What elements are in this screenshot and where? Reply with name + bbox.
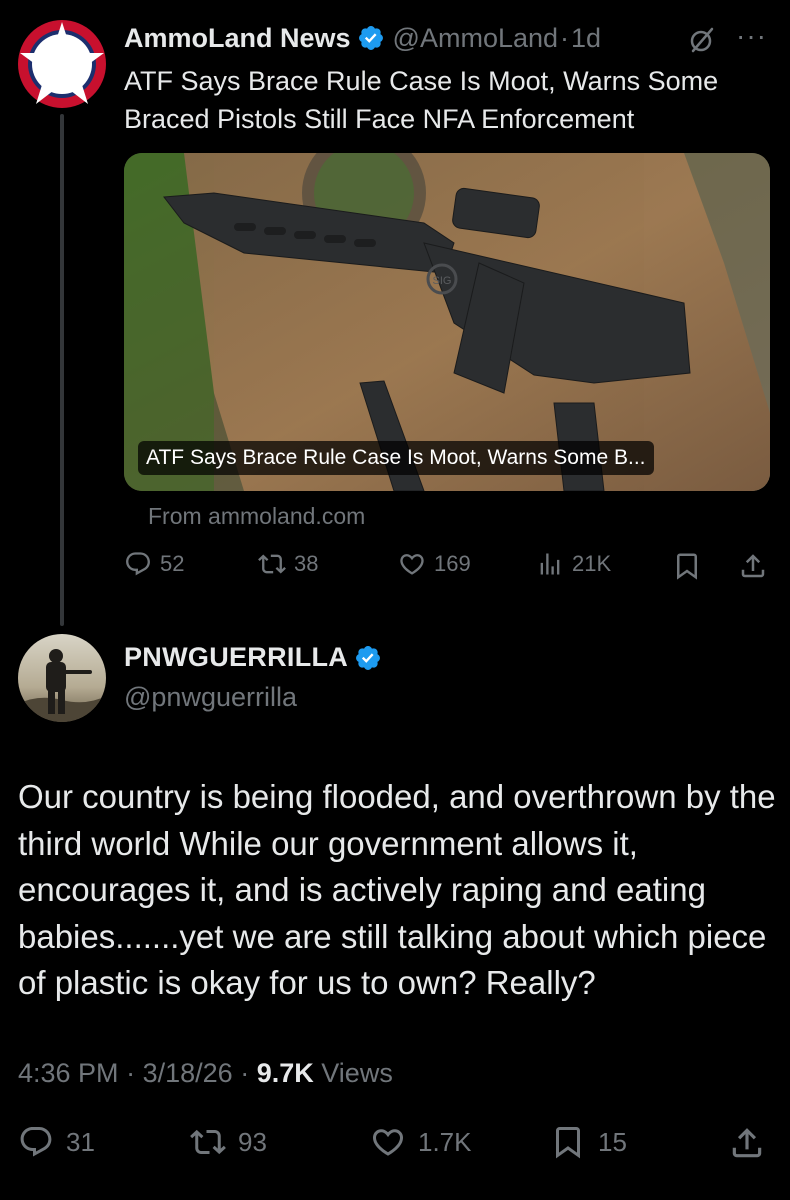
bookmark-button[interactable]: 15 bbox=[550, 1124, 627, 1160]
thread-connector-line bbox=[60, 114, 64, 626]
repost-button[interactable]: 38 bbox=[258, 550, 318, 578]
tweet-time[interactable]: 4:36 PM bbox=[18, 1058, 119, 1088]
avatar[interactable] bbox=[18, 20, 106, 108]
bookmark-icon[interactable] bbox=[672, 551, 702, 581]
bookmark-count: 15 bbox=[598, 1126, 627, 1157]
reply-button[interactable]: 31 bbox=[18, 1124, 95, 1160]
share-icon[interactable] bbox=[738, 551, 768, 581]
author-name[interactable]: AmmoLand News bbox=[124, 23, 351, 54]
tweet-text: Our country is being flooded, and overth… bbox=[18, 778, 776, 1001]
tweet-meta: 4:36 PM · 3/18/26 · 9.7K Views bbox=[18, 1058, 393, 1089]
author-handle[interactable]: @AmmoLand bbox=[393, 23, 558, 54]
repost-icon bbox=[258, 554, 286, 574]
heart-icon bbox=[400, 554, 424, 575]
separator-dot: · bbox=[240, 1058, 250, 1088]
star-roundel-icon bbox=[18, 20, 106, 108]
reply-count: 52 bbox=[160, 551, 185, 576]
share-icon[interactable] bbox=[728, 1124, 766, 1162]
repost-count: 93 bbox=[238, 1126, 267, 1157]
author-handle[interactable]: @pnwguerrilla bbox=[124, 682, 297, 713]
views-chart-icon bbox=[540, 553, 560, 575]
parent-tweet-header: AmmoLand News @AmmoLand · 1d bbox=[124, 18, 601, 58]
like-button[interactable]: 169 bbox=[398, 550, 471, 578]
like-count: 1.7K bbox=[418, 1126, 472, 1157]
grok-icon[interactable] bbox=[688, 26, 716, 54]
repost-icon bbox=[190, 1129, 226, 1155]
views-button[interactable]: 21K bbox=[536, 550, 611, 578]
main-tweet-header: PNWGUERRILLA bbox=[124, 642, 382, 673]
reply-button[interactable]: 52 bbox=[124, 550, 184, 578]
profile-photo bbox=[18, 634, 106, 722]
reply-icon bbox=[20, 1127, 52, 1157]
reply-count: 31 bbox=[66, 1126, 95, 1157]
link-card[interactable]: SIG ATF Says Brace Rule Case Is Moot, Wa… bbox=[124, 153, 770, 491]
tweet-timestamp[interactable]: 1d bbox=[571, 23, 601, 54]
avatar[interactable] bbox=[18, 634, 106, 722]
repost-button[interactable]: 93 bbox=[190, 1124, 267, 1160]
like-count: 169 bbox=[434, 551, 471, 576]
views-count: 21K bbox=[572, 551, 612, 576]
separator-dot: · bbox=[126, 1058, 136, 1088]
like-button[interactable]: 1.7K bbox=[370, 1124, 472, 1160]
heart-icon bbox=[372, 1129, 404, 1156]
tweet-text: ATF Says Brace Rule Case Is Moot, Warns … bbox=[124, 66, 719, 134]
more-options-icon[interactable]: ··· bbox=[736, 20, 767, 52]
separator-dot: · bbox=[560, 22, 570, 53]
reply-icon bbox=[126, 552, 150, 576]
verified-badge-icon bbox=[358, 26, 383, 50]
repost-count: 38 bbox=[294, 551, 319, 576]
card-source[interactable]: From ammoland.com bbox=[148, 503, 365, 530]
views-count: 9.7K bbox=[256, 1058, 314, 1088]
rifle-logo: SIG bbox=[433, 275, 452, 287]
verified-badge-icon bbox=[356, 645, 381, 670]
card-caption: ATF Says Brace Rule Case Is Moot, Warns … bbox=[138, 441, 654, 475]
views-label: Views bbox=[321, 1058, 393, 1088]
tweet-date[interactable]: 3/18/26 bbox=[143, 1058, 233, 1088]
author-name[interactable]: PNWGUERRILLA bbox=[124, 642, 348, 673]
bookmark-icon bbox=[556, 1127, 580, 1159]
